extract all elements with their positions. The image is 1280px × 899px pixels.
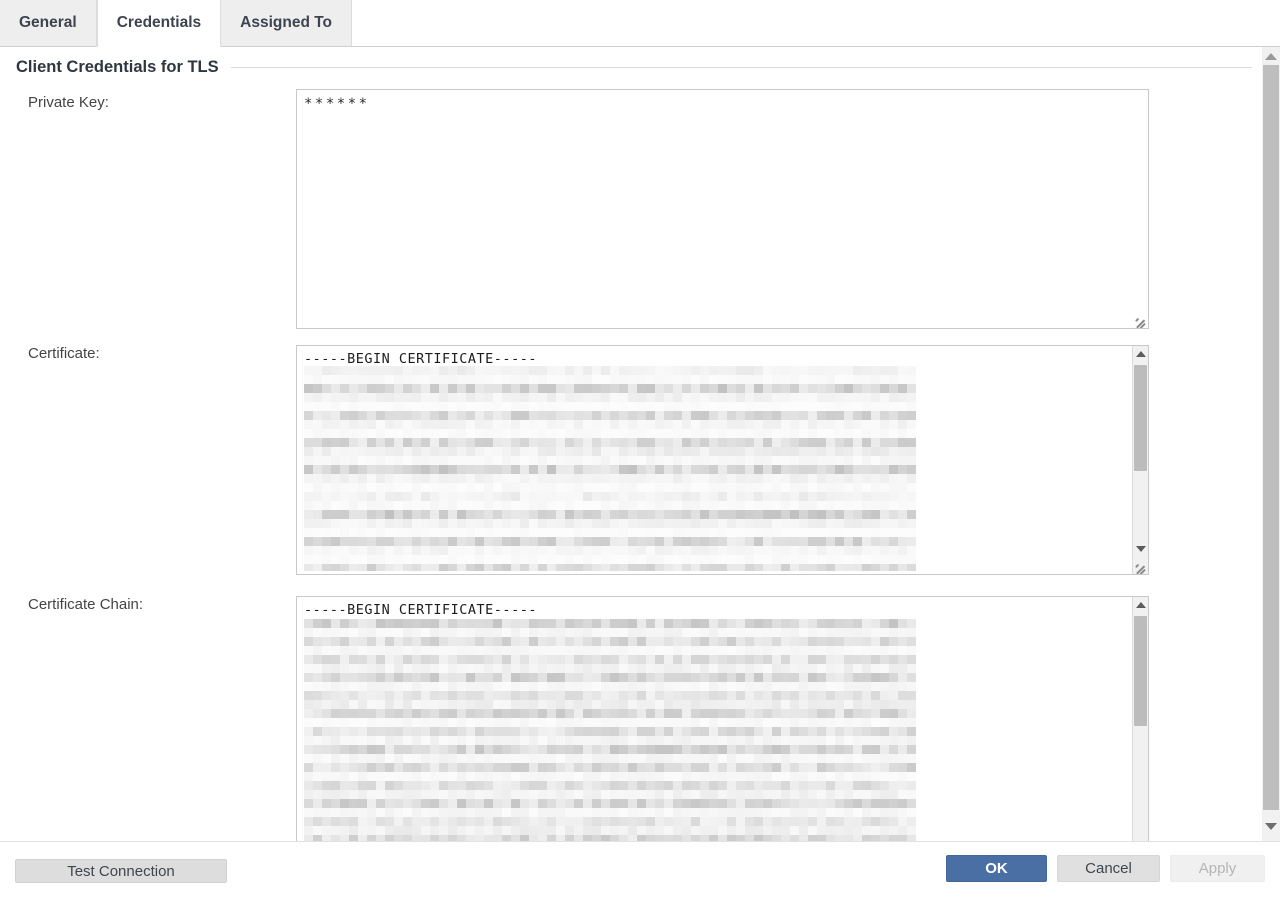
ok-button[interactable]: OK — [946, 855, 1047, 882]
page-scrollbar[interactable] — [1255, 47, 1280, 841]
test-connection-label: Test Connection — [67, 862, 175, 880]
private-key-label: Private Key: — [28, 94, 109, 111]
tab-assigned-to[interactable]: Assigned To — [221, 0, 353, 47]
private-key-textarea[interactable]: ****** — [296, 89, 1149, 329]
tab-credentials[interactable]: Credentials — [96, 0, 222, 47]
certificate-redacted-body — [304, 366, 916, 571]
ok-label: OK — [985, 860, 1008, 877]
test-connection-button[interactable]: Test Connection — [15, 859, 227, 883]
certificate-chain-label: Certificate Chain: — [28, 596, 144, 613]
tab-assigned-to-label: Assigned To — [240, 14, 333, 31]
certificate-chain-scrollbar[interactable] — [1132, 597, 1148, 841]
certificate-scroll-down-icon[interactable] — [1133, 541, 1148, 557]
cancel-label: Cancel — [1085, 860, 1132, 877]
certificate-scrollbar[interactable] — [1132, 346, 1148, 574]
resize-grip-icon[interactable] — [1132, 312, 1147, 328]
tab-bar: General Credentials Assigned To — [0, 0, 1280, 47]
certificate-chain-scroll-up-icon[interactable] — [1133, 597, 1148, 613]
private-key-value: ****** — [304, 96, 370, 112]
tab-credentials-label: Credentials — [116, 14, 202, 31]
page-scroll-up-icon[interactable] — [1262, 47, 1280, 65]
certificate-label: Certificate: — [28, 345, 100, 362]
certificate-chain-scroll-thumb[interactable] — [1134, 616, 1147, 726]
section-divider — [230, 67, 1252, 68]
certificate-chain-textarea[interactable]: -----BEGIN CERTIFICATE----- — [296, 596, 1149, 841]
tab-general[interactable]: General — [0, 0, 97, 47]
tab-general-label: General — [19, 14, 77, 31]
credentials-dialog: General Credentials Assigned To Client C… — [0, 0, 1280, 899]
certificate-chain-redacted-body — [304, 619, 916, 841]
cancel-button[interactable]: Cancel — [1057, 855, 1160, 882]
certificate-textarea[interactable]: -----BEGIN CERTIFICATE----- — [296, 345, 1149, 575]
tab-strip: General Credentials Assigned To — [0, 0, 353, 47]
section-header: Client Credentials for TLS — [16, 58, 1252, 77]
certificate-scroll-thumb[interactable] — [1134, 365, 1147, 471]
page-scrollbar-thumb[interactable] — [1263, 65, 1279, 810]
certificate-chain-value: -----BEGIN CERTIFICATE----- — [304, 602, 537, 618]
apply-button: Apply — [1170, 855, 1265, 882]
certificate-scroll-up-icon[interactable] — [1133, 346, 1148, 362]
dialog-footer: Test Connection OK Cancel Apply — [0, 841, 1280, 899]
content-area: Client Credentials for TLS Private Key: … — [0, 47, 1280, 841]
certificate-value: -----BEGIN CERTIFICATE----- — [304, 351, 537, 367]
page-title: Client Credentials for TLS — [16, 58, 219, 76]
page-scroll-down-icon[interactable] — [1262, 817, 1280, 835]
apply-label: Apply — [1198, 860, 1237, 877]
